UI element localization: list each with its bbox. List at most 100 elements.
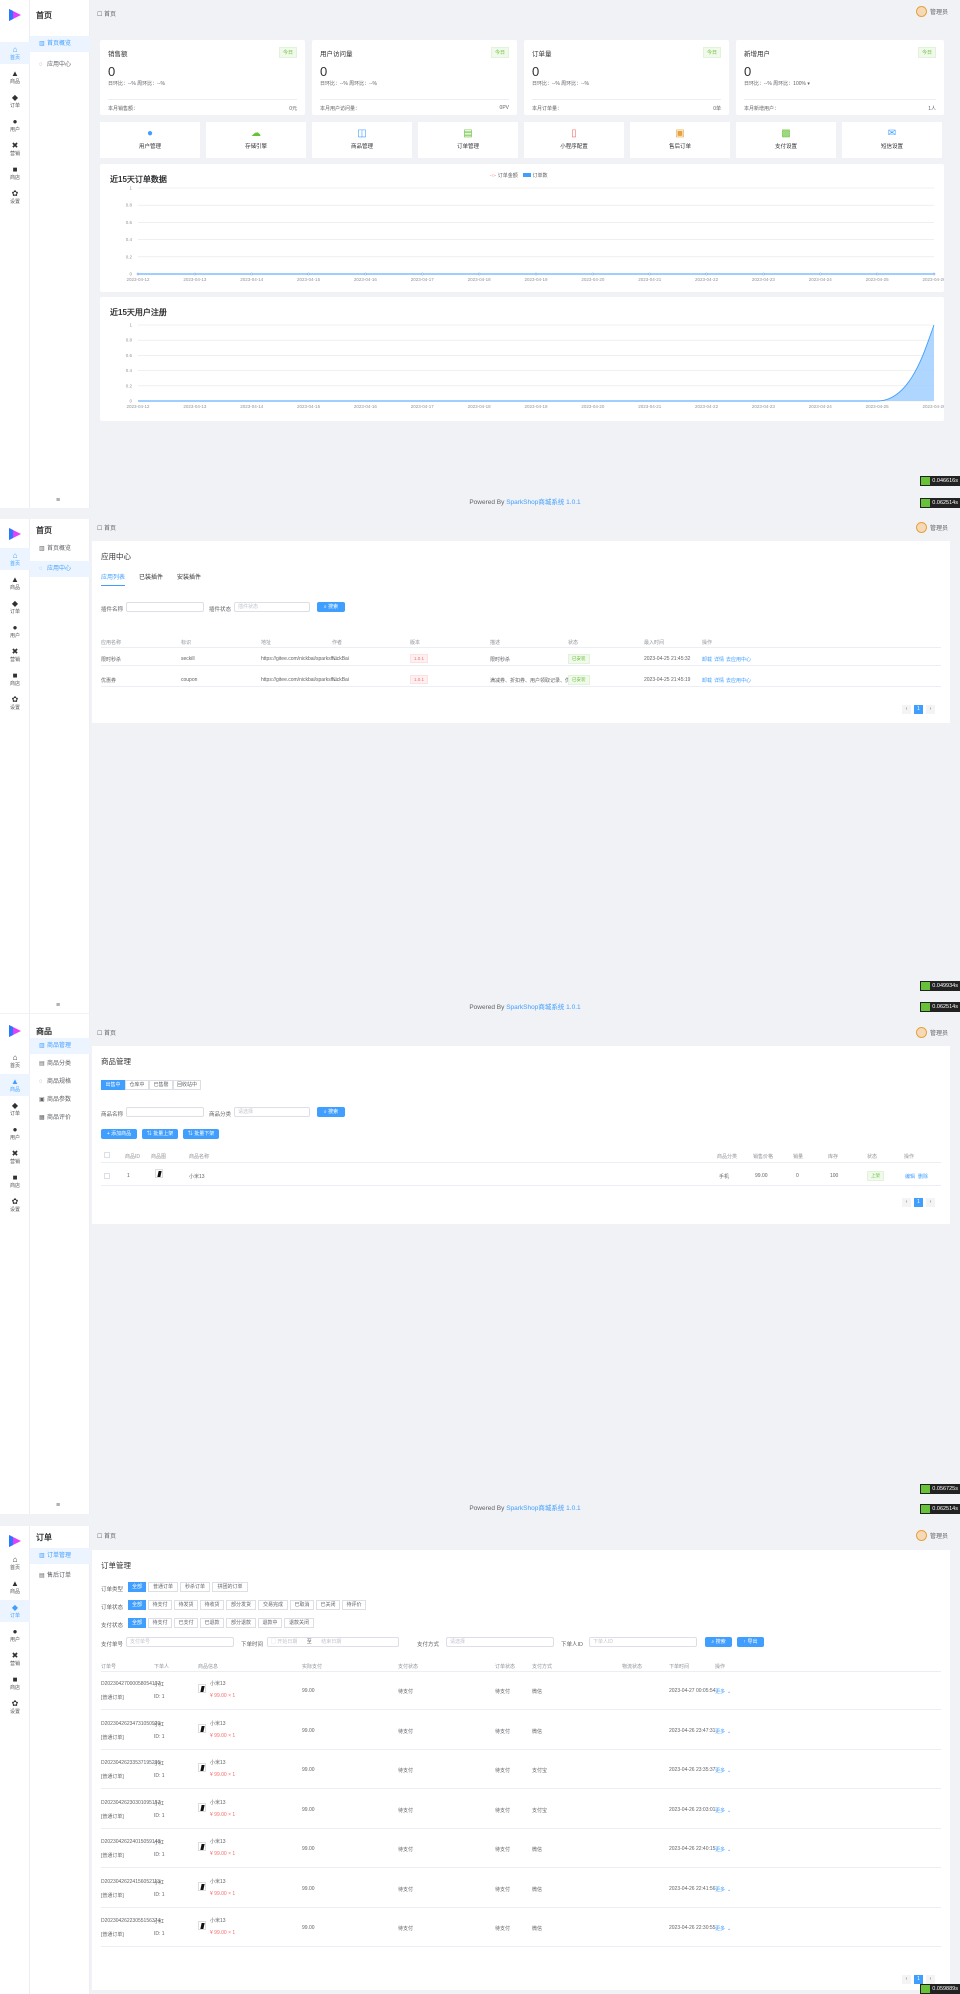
data-point[interactable]: [137, 273, 139, 275]
sub-item-goods-category[interactable]: ▤商品分类: [30, 1056, 90, 1072]
filter-option[interactable]: 全部: [128, 1618, 146, 1628]
uninstall-link[interactable]: 卸载: [702, 677, 712, 684]
export-button[interactable]: ↑ 导出: [737, 1637, 764, 1647]
user-menu[interactable]: 管理员: [916, 522, 948, 533]
rail-item-settings[interactable]: ✿设置: [0, 186, 30, 208]
filter-option[interactable]: 全部: [128, 1600, 146, 1610]
breadcrumb-home[interactable]: 首页: [104, 526, 116, 532]
pay-way-select[interactable]: 请选择: [446, 1637, 554, 1647]
quick-tile-2[interactable]: ◫商品管理: [312, 122, 412, 158]
more-actions-link[interactable]: 更多⌄: [715, 1886, 731, 1893]
detail-link[interactable]: 详情: [714, 656, 724, 663]
data-point[interactable]: [308, 273, 310, 275]
edit-link[interactable]: 编辑: [905, 1173, 915, 1180]
sub-item-app-center[interactable]: ◌应用中心: [30, 561, 90, 577]
data-point[interactable]: [762, 273, 764, 275]
data-point[interactable]: [706, 273, 708, 275]
tab-installed[interactable]: 已装插件: [139, 572, 163, 586]
next-page-button[interactable]: ›: [926, 705, 935, 714]
filter-option[interactable]: 拼团的订单: [212, 1582, 248, 1592]
plugin-name-input[interactable]: [126, 602, 204, 612]
filter-option[interactable]: 全部: [128, 1582, 146, 1592]
rail-item-user[interactable]: ●用户: [0, 620, 30, 642]
status-tab-0[interactable]: 出售中: [101, 1080, 125, 1090]
goods-name-input[interactable]: [126, 1107, 204, 1117]
filter-option[interactable]: 已支付: [174, 1618, 198, 1628]
rail-item-home[interactable]: ⌂首页: [0, 548, 30, 570]
rail-item-marketing[interactable]: ✖营销: [0, 1648, 30, 1670]
app-url[interactable]: https://gitee.com/nickbai/sparksh...: [261, 677, 338, 683]
sub-item-goods-param[interactable]: ▣商品参数: [30, 1092, 90, 1108]
collapse-menu-icon[interactable]: ≡: [56, 1502, 60, 1509]
rail-item-marketing[interactable]: ✖营销: [0, 138, 30, 160]
rail-item-store[interactable]: ■商店: [0, 1672, 30, 1694]
user-menu[interactable]: 管理员: [916, 1530, 948, 1541]
sub-item-after-sale[interactable]: ▤售后订单: [30, 1568, 90, 1584]
data-point[interactable]: [649, 273, 651, 275]
more-actions-link[interactable]: 更多⌄: [715, 1925, 731, 1932]
filter-option[interactable]: 部分退款: [226, 1618, 256, 1628]
prev-page-button[interactable]: ‹: [902, 1975, 911, 1984]
user-menu[interactable]: 管理员: [916, 6, 948, 17]
rail-item-store[interactable]: ■商店: [0, 668, 30, 690]
search-button[interactable]: ⌕ 搜索: [705, 1637, 732, 1647]
more-actions-link[interactable]: 更多⌄: [715, 1688, 731, 1695]
uninstall-link[interactable]: 卸载: [702, 656, 712, 663]
more-actions-link[interactable]: 更多⌄: [715, 1846, 731, 1853]
filter-option[interactable]: 退款中: [258, 1618, 282, 1628]
status-badge[interactable]: 上架: [867, 1171, 884, 1181]
sub-item-goods-manage[interactable]: ▥商品管理: [30, 1038, 90, 1054]
rail-item-store[interactable]: ■商店: [0, 162, 30, 184]
quick-tile-0[interactable]: ●用户管理: [100, 122, 200, 158]
rail-item-user[interactable]: ●用户: [0, 1122, 30, 1144]
search-button[interactable]: ⌕ 搜索: [317, 1107, 345, 1117]
quick-tile-7[interactable]: ✉短信设置: [842, 122, 942, 158]
plugin-status-select[interactable]: 插件状态: [234, 602, 310, 612]
rail-item-settings[interactable]: ✿设置: [0, 692, 30, 714]
filter-option[interactable]: 待支付: [148, 1600, 172, 1610]
rail-item-order[interactable]: ◆订单: [0, 1600, 30, 1622]
data-point[interactable]: [876, 273, 878, 275]
filter-option[interactable]: 普通订单: [148, 1582, 178, 1592]
filter-option[interactable]: 秒杀订单: [180, 1582, 210, 1592]
rail-item-goods[interactable]: ▲商品: [0, 66, 30, 88]
filter-option[interactable]: 部分发货: [226, 1600, 256, 1610]
tab-install[interactable]: 安装插件: [177, 572, 201, 586]
collapse-menu-icon[interactable]: ≡: [56, 497, 60, 504]
next-page-button[interactable]: ›: [926, 1975, 935, 1984]
next-page-button[interactable]: ›: [926, 1198, 935, 1207]
rail-item-home[interactable]: ⌂首页: [0, 1050, 30, 1072]
collapse-menu-icon[interactable]: ≡: [56, 1002, 60, 1009]
breadcrumb-home[interactable]: 首页: [104, 12, 116, 18]
rail-item-goods[interactable]: ▲商品: [0, 1074, 30, 1096]
filter-option[interactable]: 退款关闭: [284, 1618, 314, 1628]
detail-link[interactable]: 详情: [714, 677, 724, 684]
filter-option[interactable]: 待收货: [200, 1600, 224, 1610]
data-point[interactable]: [478, 273, 480, 275]
batch-on-shelf-button[interactable]: ⇅ 批量上架: [142, 1129, 178, 1139]
rail-item-user[interactable]: ●用户: [0, 114, 30, 136]
breadcrumb-home[interactable]: 首页: [104, 1031, 116, 1037]
order-no[interactable]: D20230426230301095157: [101, 1800, 160, 1806]
date-range-input[interactable]: ▢ 开始日期 至 结束日期: [267, 1637, 399, 1647]
delete-link[interactable]: 删除: [918, 1173, 928, 1180]
order-no[interactable]: D20230426224156052113: [101, 1879, 160, 1885]
data-point[interactable]: [592, 273, 594, 275]
status-tab-2[interactable]: 已售罄: [149, 1080, 173, 1090]
app-center-link[interactable]: 去应用中心: [726, 677, 751, 684]
rail-item-home[interactable]: ⌂首页: [0, 1552, 30, 1574]
data-point[interactable]: [364, 273, 366, 275]
page-button[interactable]: 1: [914, 705, 923, 714]
order-no[interactable]: D20230427000058054107: [101, 1681, 160, 1687]
goods-cate-select[interactable]: 请选择: [234, 1107, 310, 1117]
page-button[interactable]: 1: [914, 1198, 923, 1207]
pay-no-input[interactable]: 支付单号: [126, 1637, 234, 1647]
add-goods-button[interactable]: + 添加商品: [101, 1129, 137, 1139]
data-point[interactable]: [421, 273, 423, 275]
data-point[interactable]: [194, 273, 196, 275]
order-no[interactable]: D20230426224015059148: [101, 1839, 160, 1845]
data-point[interactable]: [535, 273, 537, 275]
more-actions-link[interactable]: 更多⌄: [715, 1807, 731, 1814]
filter-option[interactable]: 待评价: [342, 1600, 366, 1610]
filter-option[interactable]: 待支付: [148, 1618, 172, 1628]
